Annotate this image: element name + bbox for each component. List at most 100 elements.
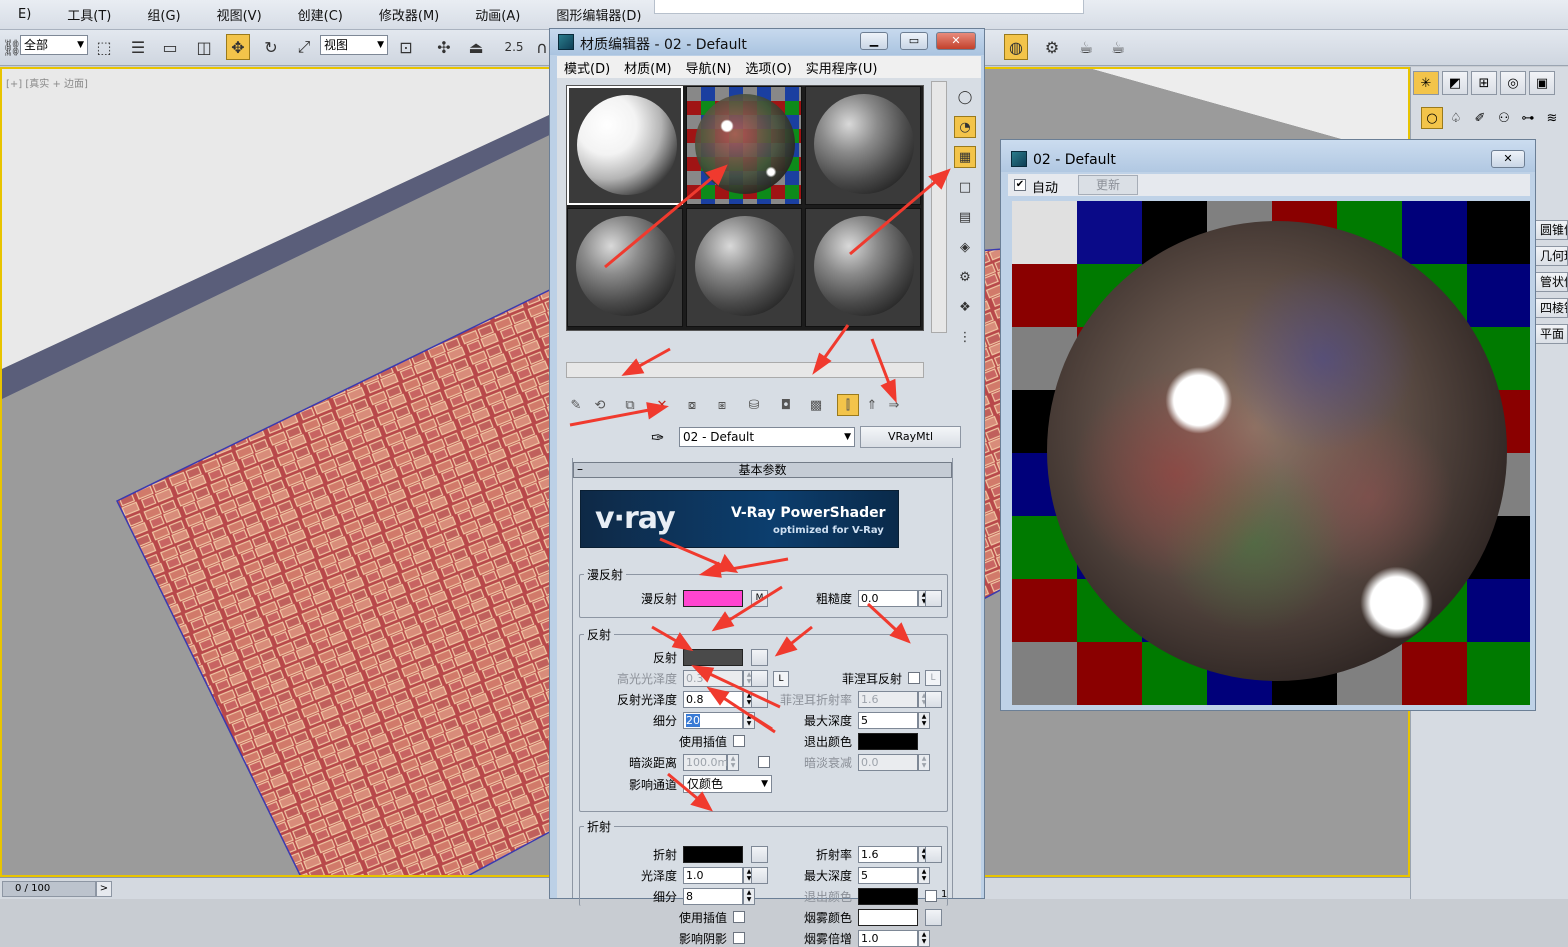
sample-slot-2[interactable] bbox=[686, 86, 802, 205]
select-by-name-icon[interactable]: ☰ bbox=[126, 34, 150, 60]
select-object-icon[interactable]: ⬚ bbox=[92, 34, 116, 60]
pivot-icon[interactable]: ⊡ bbox=[394, 34, 418, 60]
fresnel-checkbox[interactable] bbox=[908, 672, 920, 684]
rollout-header[interactable]: – 基本参数 bbox=[573, 462, 952, 478]
material-editor-titlebar[interactable]: 材质编辑器 - 02 - Default ▁ ▭ ✕ bbox=[550, 29, 984, 55]
sample-slot-5[interactable] bbox=[686, 208, 802, 327]
reflect-color-swatch[interactable] bbox=[683, 649, 743, 666]
refr-gloss-spinner[interactable]: 1.0 ▲ ▼ bbox=[683, 867, 755, 884]
spacewarps-icon[interactable]: ≋ bbox=[1541, 107, 1563, 129]
menu-utilities[interactable]: 实用程序(U) bbox=[799, 58, 885, 77]
menu-modifiers[interactable]: 修改器(M) bbox=[361, 5, 457, 24]
make-preview-icon[interactable]: ◈ bbox=[954, 236, 976, 258]
menu-edit[interactable]: E) bbox=[0, 7, 49, 22]
roughness-spinner[interactable]: 0.0 ▲ ▼ bbox=[858, 590, 930, 607]
put-to-library-icon[interactable]: ⛁ bbox=[743, 394, 765, 416]
sample-uv-tiling-icon[interactable]: □ bbox=[954, 176, 976, 198]
fresnel-lock-button[interactable]: L bbox=[925, 670, 941, 686]
keyboard-shortcut-icon[interactable]: ⏏ bbox=[464, 34, 488, 60]
sample-slot-6[interactable] bbox=[805, 208, 921, 327]
fog-color-map-button[interactable] bbox=[925, 909, 942, 926]
rotate-icon[interactable]: ↻ bbox=[259, 34, 283, 60]
rendered-frame-icon[interactable]: ☕ bbox=[1074, 34, 1098, 60]
refl-exit-color-swatch[interactable] bbox=[858, 733, 918, 750]
put-to-scene-icon[interactable]: ⟲ bbox=[589, 394, 611, 416]
display-tab-icon[interactable]: ▣ bbox=[1529, 71, 1555, 95]
sample-horizontal-scrollbar[interactable] bbox=[566, 362, 924, 378]
refl-gloss-spinner[interactable]: 0.8 ▲ ▼ bbox=[683, 691, 755, 708]
material-map-navigator-icon[interactable]: ⋮ bbox=[954, 326, 976, 348]
render-setup-icon[interactable]: ⚙ bbox=[1040, 34, 1064, 60]
update-button[interactable]: 更新 bbox=[1078, 175, 1138, 195]
assign-to-selection-icon[interactable]: ⧉ bbox=[619, 394, 641, 416]
refl-gloss-map-button[interactable] bbox=[751, 691, 768, 708]
geometry-icon[interactable]: ○ bbox=[1421, 107, 1443, 129]
next-frame-button[interactable]: > bbox=[96, 881, 112, 897]
dim-distance-checkbox[interactable] bbox=[758, 756, 770, 768]
diffuse-map-button[interactable]: M bbox=[751, 590, 768, 607]
refract-map-button[interactable] bbox=[751, 846, 768, 863]
ref-coord-dropdown[interactable]: 视图 ▼ bbox=[320, 35, 388, 55]
ior-spinner[interactable]: 1.6 ▲ ▼ bbox=[858, 846, 930, 863]
sample-slot-4[interactable] bbox=[567, 208, 683, 327]
plane-button[interactable]: 平面 bbox=[1535, 324, 1568, 344]
menu-views[interactable]: 视图(V) bbox=[199, 5, 280, 24]
dim-distance-spinner[interactable]: 100.0mm ▲ ▼ bbox=[683, 754, 739, 771]
refl-subdivs-spinner[interactable]: 20 ▲ ▼ bbox=[683, 712, 755, 729]
backlight-icon[interactable]: ◔ bbox=[954, 116, 976, 138]
affect-shadows-checkbox[interactable] bbox=[733, 932, 745, 944]
pick-material-eyedropper-icon[interactable]: ✑ bbox=[651, 428, 664, 447]
pyramid-button[interactable]: 四棱锥 bbox=[1535, 298, 1568, 318]
menu-options[interactable]: 选项(O) bbox=[738, 58, 798, 77]
hierarchy-tab-icon[interactable]: ⊞ bbox=[1471, 71, 1497, 95]
motion-tab-icon[interactable]: ◎ bbox=[1500, 71, 1526, 95]
menu-animation[interactable]: 动画(A) bbox=[457, 5, 538, 24]
lights-icon[interactable]: ✐ bbox=[1469, 107, 1491, 129]
material-name-field[interactable]: 02 - Default ▼ bbox=[679, 427, 855, 447]
move-icon[interactable]: ✥ bbox=[226, 34, 250, 60]
refr-exit-color-swatch[interactable] bbox=[858, 888, 918, 905]
video-color-check-icon[interactable]: ▤ bbox=[954, 206, 976, 228]
select-by-material-icon[interactable]: ❖ bbox=[954, 296, 976, 318]
refr-max-depth-spinner[interactable]: 5 ▲ ▼ bbox=[858, 867, 930, 884]
reflect-map-button[interactable] bbox=[751, 649, 768, 666]
menu-group[interactable]: 组(G) bbox=[129, 5, 198, 24]
geosphere-button[interactable]: 几何球体 bbox=[1535, 246, 1568, 266]
cameras-icon[interactable]: ⚇ bbox=[1493, 107, 1515, 129]
cone-button[interactable]: 圆锥体 bbox=[1535, 220, 1568, 240]
material-id-channel-icon[interactable]: ◘ bbox=[775, 394, 797, 416]
hilight-gloss-spinner[interactable]: 0.3 ▲ ▼ bbox=[683, 670, 755, 687]
hilight-lock-button[interactable]: L bbox=[773, 671, 789, 687]
select-manipulate-icon[interactable]: ✣ bbox=[432, 34, 456, 60]
sample-slot-1[interactable] bbox=[567, 86, 683, 205]
sample-type-icon[interactable]: ◯ bbox=[954, 86, 976, 108]
material-type-button[interactable]: VRayMtl bbox=[860, 426, 961, 448]
scale-icon[interactable]: ⤢ bbox=[292, 34, 316, 60]
menu-graph-editors[interactable]: 图形编辑器(D) bbox=[538, 5, 659, 24]
affect-channels-dropdown[interactable]: 仅颜色 ▼ bbox=[683, 775, 772, 793]
minimize-button[interactable]: ▁ bbox=[860, 32, 888, 50]
refr-subdivs-spinner[interactable]: 8 ▲ ▼ bbox=[683, 888, 755, 905]
refl-max-depth-spinner[interactable]: 5 ▲ ▼ bbox=[858, 712, 930, 729]
fog-multiplier-spinner[interactable]: 1.0 ▲ ▼ bbox=[858, 930, 930, 947]
go-forward-sibling-icon[interactable]: ⇒ bbox=[883, 394, 905, 416]
options-icon[interactable]: ⚙ bbox=[954, 266, 976, 288]
window-crossing-icon[interactable]: ◫ bbox=[192, 34, 216, 60]
shapes-icon[interactable]: ♤ bbox=[1445, 107, 1467, 129]
refr-gloss-map-button[interactable] bbox=[751, 867, 768, 884]
ior-map-button[interactable] bbox=[925, 846, 942, 863]
dim-falloff-spinner[interactable]: 0.0 ▲ ▼ bbox=[858, 754, 930, 771]
make-unique-icon[interactable]: ⧆ bbox=[711, 394, 733, 416]
menu-navigation[interactable]: 导航(N) bbox=[679, 58, 739, 77]
background-checker-icon[interactable]: ▦ bbox=[954, 146, 976, 168]
tube-button[interactable]: 管状体 bbox=[1535, 272, 1568, 292]
get-material-icon[interactable]: ✎ bbox=[565, 394, 587, 416]
helpers-icon[interactable]: ⊶ bbox=[1517, 107, 1539, 129]
material-editor-icon[interactable]: ◍ bbox=[1004, 34, 1028, 60]
viewport-label[interactable]: [+] [真实 + 边面] bbox=[6, 75, 88, 90]
show-end-result-icon[interactable]: ⫿ bbox=[837, 394, 859, 416]
frame-counter[interactable]: 0 / 100 bbox=[2, 881, 96, 897]
render-production-icon[interactable]: ☕ bbox=[1106, 34, 1130, 60]
refr-exit-color-checkbox[interactable] bbox=[925, 890, 937, 902]
maximize-button[interactable]: ▭ bbox=[900, 32, 928, 50]
